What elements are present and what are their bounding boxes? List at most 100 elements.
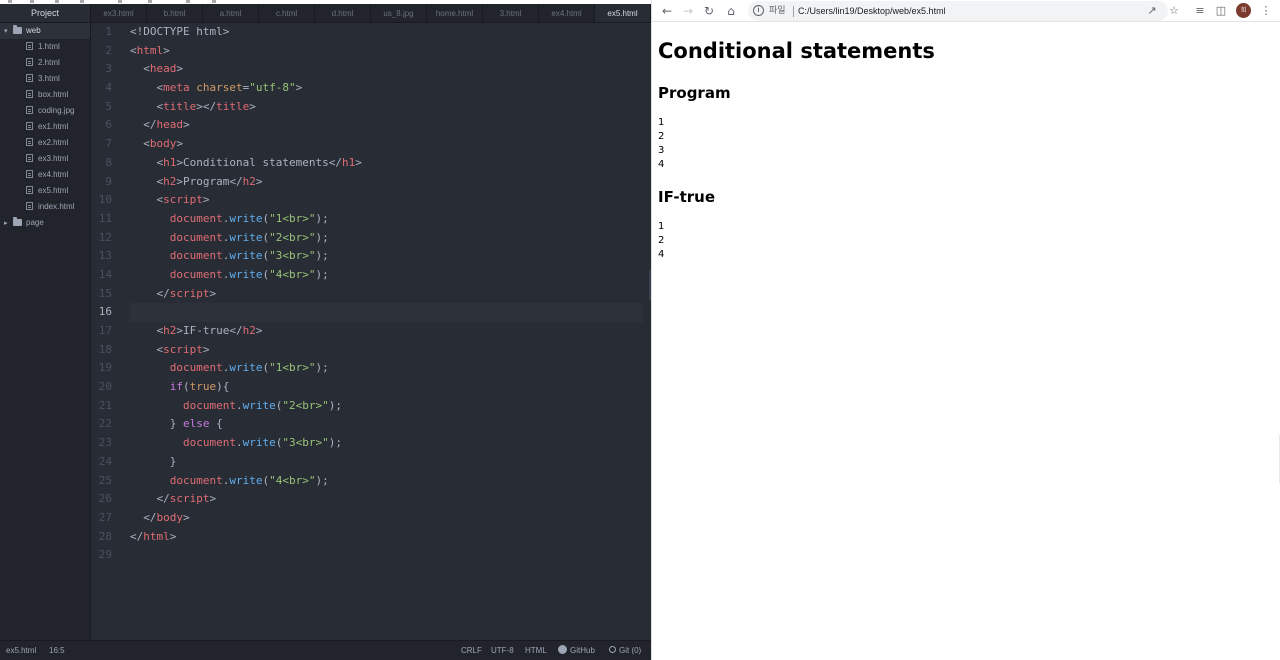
code-line[interactable]: </html> [130,528,643,547]
tree-file[interactable]: index.html [0,199,90,215]
tree-file[interactable]: 1.html [0,39,90,55]
code-line[interactable] [130,546,643,565]
code-line[interactable]: <script> [130,191,643,210]
line-number: 3 [105,62,112,76]
tree-file[interactable]: 2.html [0,55,90,71]
code-line[interactable]: </head> [130,116,643,135]
site-info-icon[interactable]: i [753,5,764,16]
code-token: > [295,81,303,95]
status-grammar[interactable]: HTML [525,641,547,660]
code-line[interactable]: document.write("3<br>"); [130,434,643,453]
reload-icon[interactable]: ↻ [700,2,718,20]
editor-tab[interactable]: ex4.html [539,4,595,22]
tree-file[interactable]: ex5.html [0,183,90,199]
code-line[interactable]: <head> [130,60,643,79]
code-line[interactable]: <meta charset="utf-8"> [130,79,643,98]
editor-tab[interactable]: b.html [147,4,203,22]
code-line[interactable] [130,303,643,322]
status-git[interactable]: Git (0) [609,641,641,660]
status-file-name[interactable]: ex5.html [6,641,36,660]
profile-avatar[interactable]: 희 [1236,3,1251,18]
code-line[interactable]: } [130,453,643,472]
status-encoding[interactable]: UTF-8 [491,641,514,660]
editor-tab[interactable]: ex3.html [91,4,147,22]
tree-folder[interactable]: ▸ page [0,215,90,231]
kebab-menu-icon[interactable]: ⋮ [1258,2,1274,20]
reading-list-icon[interactable]: ≡ [1192,2,1208,20]
rendered-page: Conditional statements Program 1 2 3 4 IF-t… [652,23,1280,660]
line-number: 6 [105,118,112,132]
tree-file[interactable]: 3.html [0,71,90,87]
editor-tab[interactable]: a.html [203,4,259,22]
code-line[interactable]: </script> [130,285,643,304]
tree-file[interactable]: box.html [0,87,90,103]
line-number: 23 [98,436,112,450]
editor-tab[interactable]: home.html [427,4,483,22]
code-line[interactable]: document.write("2<br>"); [130,397,643,416]
code-line[interactable]: document.write("1<br>"); [130,359,643,378]
share-icon[interactable]: ↗ [1144,2,1160,20]
status-line-ending[interactable]: CRLF [461,641,482,660]
code-line[interactable]: <h1>Conditional statements</h1> [130,154,643,173]
editor-tab[interactable]: d.html [315,4,371,22]
editor-tab[interactable]: ex5.html [595,4,651,22]
tree-file[interactable]: coding.jpg [0,103,90,119]
forward-arrow-icon[interactable]: → [679,2,697,20]
code-line[interactable]: <html> [130,42,643,61]
output-line: 1 [658,221,665,232]
code-token: head [156,118,184,132]
output-line: 3 [658,145,665,156]
code-text-area[interactable]: <!DOCTYPE html> <html> <head> <meta chars… [130,23,643,640]
code-line[interactable]: document.write("4<br>"); [130,472,643,491]
tree-file[interactable]: ex3.html [0,151,90,167]
code-token: > [176,137,183,151]
status-github[interactable]: GitHub [558,641,595,660]
code-line[interactable]: </body> [130,509,643,528]
tree-file[interactable]: ex1.html [0,119,90,135]
project-panel-title[interactable]: Project [0,4,90,23]
code-line[interactable]: <!DOCTYPE html> [130,23,643,42]
back-arrow-icon[interactable]: ← [658,2,676,20]
code-token: ); [328,436,342,450]
line-number: 5 [105,99,112,113]
code-line[interactable]: } else { [130,415,643,434]
tree-folder[interactable]: ▾ web [0,23,90,39]
tree-file[interactable]: ex4.html [0,167,90,183]
code-token: > [176,62,183,76]
status-cursor-position[interactable]: 16:5 [49,641,65,660]
address-bar[interactable]: i 파일 C:/Users/lin19/Desktop/web/ex5.html [748,1,1168,21]
editor-tab[interactable]: 3.html [483,4,539,22]
code-line[interactable]: <h2>IF-true</h2> [130,322,643,341]
code-token: > [183,118,190,132]
code-token: > [209,492,217,506]
code-line[interactable]: document.write("4<br>"); [130,266,643,285]
code-line[interactable]: </script> [130,490,643,509]
line-number: 22 [98,417,112,431]
editor-tab[interactable]: c.html [259,4,315,22]
chevron-down-icon[interactable]: ▾ [4,24,13,40]
url-text[interactable]: C:/Users/lin19/Desktop/web/ex5.html [798,1,946,21]
code-token: script [163,193,203,207]
code-token: script [169,286,210,300]
side-panel-icon[interactable]: ◫ [1213,2,1229,20]
tree-file[interactable]: ex2.html [0,135,90,151]
line-number: 16 [98,305,112,319]
code-line[interactable]: <script> [130,341,643,360]
code-line[interactable]: document.write("2<br>"); [130,229,643,248]
code-token: > [169,529,177,543]
code-line[interactable]: document.write("3<br>"); [130,247,643,266]
code-line[interactable]: document.write("1<br>"); [130,210,643,229]
editor-tab[interactable]: us_8.jpg [371,4,427,22]
code-line[interactable]: <h2>Program</h2> [130,173,643,192]
code-line[interactable]: if(true){ [130,378,643,397]
home-icon[interactable]: ⌂ [722,2,740,20]
code-line[interactable]: <title></title> [130,98,643,117]
code-token: > [202,193,210,207]
chevron-right-icon[interactable]: ▸ [4,216,13,232]
tree-item-label: ex4.html [38,170,69,179]
code-token: >IF-true</ [176,324,243,337]
code-line[interactable]: <body> [130,135,643,154]
line-number: 11 [98,211,112,225]
bookmark-star-icon[interactable]: ☆ [1166,2,1182,20]
